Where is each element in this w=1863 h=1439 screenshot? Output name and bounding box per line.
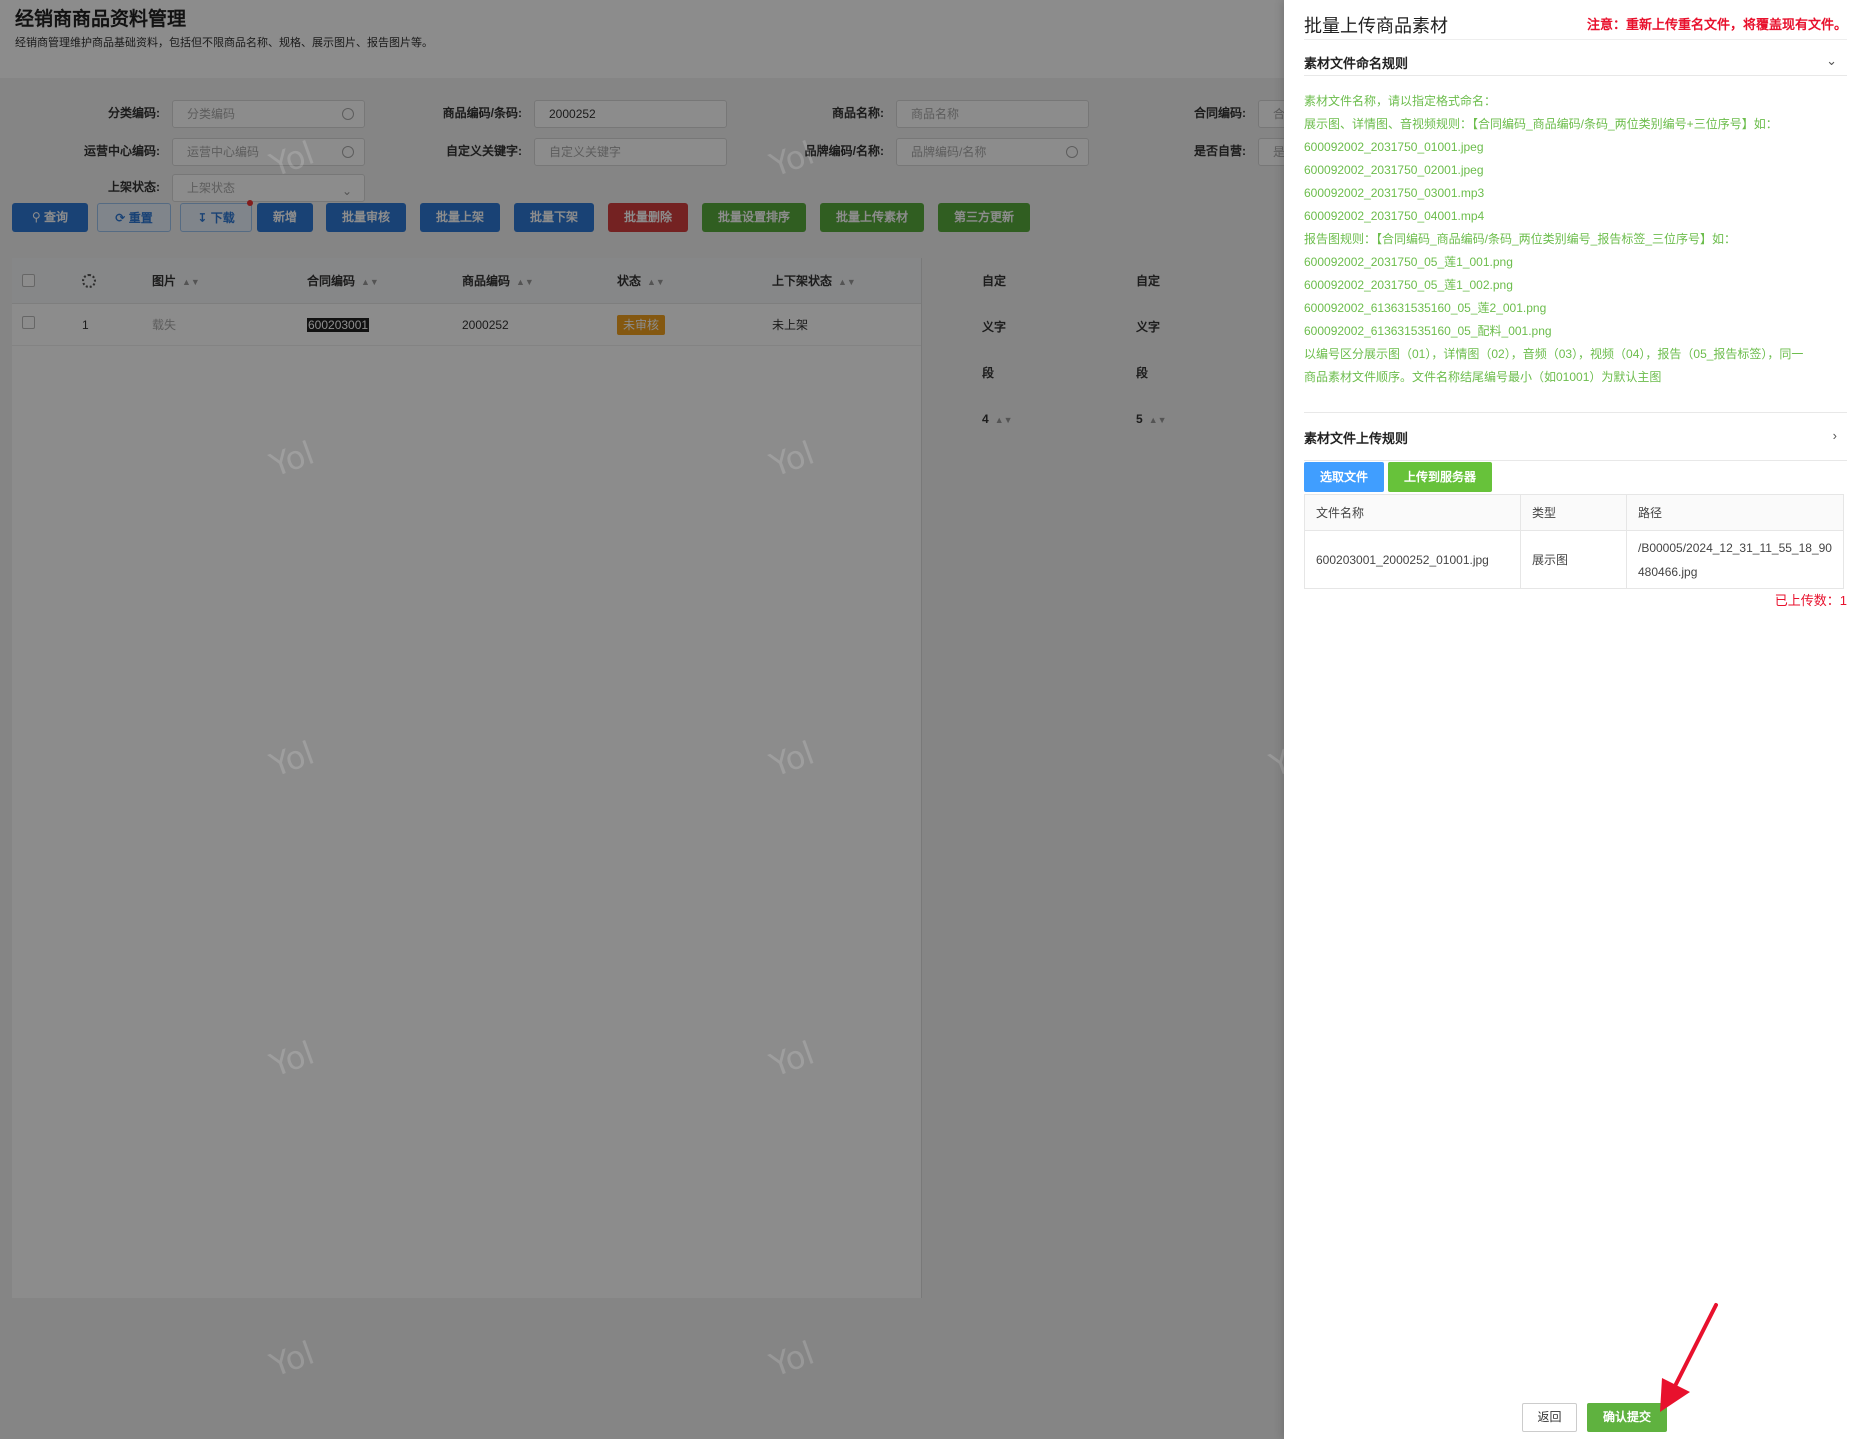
rule-line: 600092002_2031750_01001.jpeg: [1304, 140, 1484, 154]
red-arrow-annotation: [1660, 1303, 1718, 1412]
rule-line: 商品素材文件顺序。文件名称结尾编号最小（如01001）为默认主图: [1304, 370, 1662, 384]
file-path-cell: /B00005/2024_12_31_11_55_18_90 480466.jp…: [1626, 530, 1844, 589]
watermark: Yol: [764, 133, 819, 185]
chevron-down-icon: ⌄: [1826, 53, 1837, 68]
upload-rule-section-header[interactable]: 素材文件上传规则 ›: [1304, 428, 1847, 450]
naming-rules: 素材文件名称，请以指定格式命名： 展示图、详情图、音视频规则：【合同编码_商品编…: [1304, 90, 1854, 389]
file-type-cell: 展示图: [1520, 530, 1627, 589]
watermark: Yol: [764, 1333, 819, 1385]
file-name-cell: 600203001_2000252_01001.jpg: [1304, 530, 1521, 589]
watermark: Yol: [764, 433, 819, 485]
rule-line: 600092002_2031750_04001.mp4: [1304, 209, 1485, 223]
divider: [1304, 460, 1847, 461]
overwrite-warning: 注意：重新上传重名文件，将覆盖现有文件。: [1586, 17, 1847, 32]
divider: [1304, 412, 1847, 413]
file-type-header: 类型: [1520, 494, 1627, 531]
rule-line: 报告图规则：【合同编码_商品编码/条码_两位类别编号_报告标签_三位序号】如：: [1304, 232, 1737, 246]
rule-line: 素材文件名称，请以指定格式命名：: [1304, 94, 1497, 108]
drawer-title: 批量上传商品素材: [1304, 16, 1448, 36]
uploaded-count: 已上传数：1: [1774, 593, 1847, 608]
drawer-header: 批量上传商品素材 注意：重新上传重名文件，将覆盖现有文件。: [1304, 10, 1847, 40]
watermark: Yol: [264, 733, 319, 785]
rule-line: 600092002_2031750_03001.mp3: [1304, 186, 1485, 200]
watermark: Yol: [264, 1333, 319, 1385]
watermark: Yol: [264, 433, 319, 485]
file-name-header: 文件名称: [1304, 494, 1521, 531]
rule-line: 展示图、详情图、音视频规则：【合同编码_商品编码/条码_两位类别编号+三位序号】…: [1304, 117, 1778, 131]
naming-rule-section-header[interactable]: 素材文件命名规则 ⌄: [1304, 53, 1847, 75]
divider: [1304, 75, 1847, 76]
file-path-line: /B00005/2024_12_31_11_55_18_90: [1638, 540, 1832, 555]
file-path-header: 路径: [1626, 494, 1844, 531]
table-row: 600203001_2000252_01001.jpg 展示图 /B00005/…: [1304, 530, 1844, 589]
rule-line: 600092002_2031750_05_莲1_001.png: [1304, 255, 1513, 269]
watermark: Yol: [764, 1033, 819, 1085]
rule-line: 600092002_613631535160_05_莲2_001.png: [1304, 301, 1547, 315]
file-table-header: 文件名称 类型 路径: [1304, 494, 1844, 531]
rule-line: 600092002_613631535160_05_配料_001.png: [1304, 324, 1552, 338]
rule-line: 以编号区分展示图（01），详情图（02），音频（03），视频（04），报告（05…: [1304, 347, 1804, 361]
select-file-button[interactable]: 选取文件: [1304, 462, 1384, 492]
watermark: Yol: [764, 733, 819, 785]
file-path-line: 480466.jpg: [1638, 564, 1698, 579]
uploaded-files-table: 文件名称 类型 路径 600203001_2000252_01001.jpg 展…: [1304, 494, 1844, 589]
chevron-right-icon: ›: [1832, 428, 1837, 443]
rule-line: 600092002_2031750_02001.jpeg: [1304, 163, 1484, 177]
back-button[interactable]: 返回: [1522, 1403, 1577, 1432]
rule-line: 600092002_2031750_05_莲1_002.png: [1304, 278, 1513, 292]
watermark: Yol: [264, 133, 319, 185]
watermark: Yol: [264, 1033, 319, 1085]
upload-to-server-button[interactable]: 上传到服务器: [1388, 462, 1492, 492]
modal-mask[interactable]: Yol Yol Yol Yol Yol Yol Yol Yol Yol Yol …: [0, 0, 1319, 1439]
batch-upload-drawer: 批量上传商品素材 注意：重新上传重名文件，将覆盖现有文件。 素材文件命名规则 ⌄…: [1284, 0, 1863, 1439]
